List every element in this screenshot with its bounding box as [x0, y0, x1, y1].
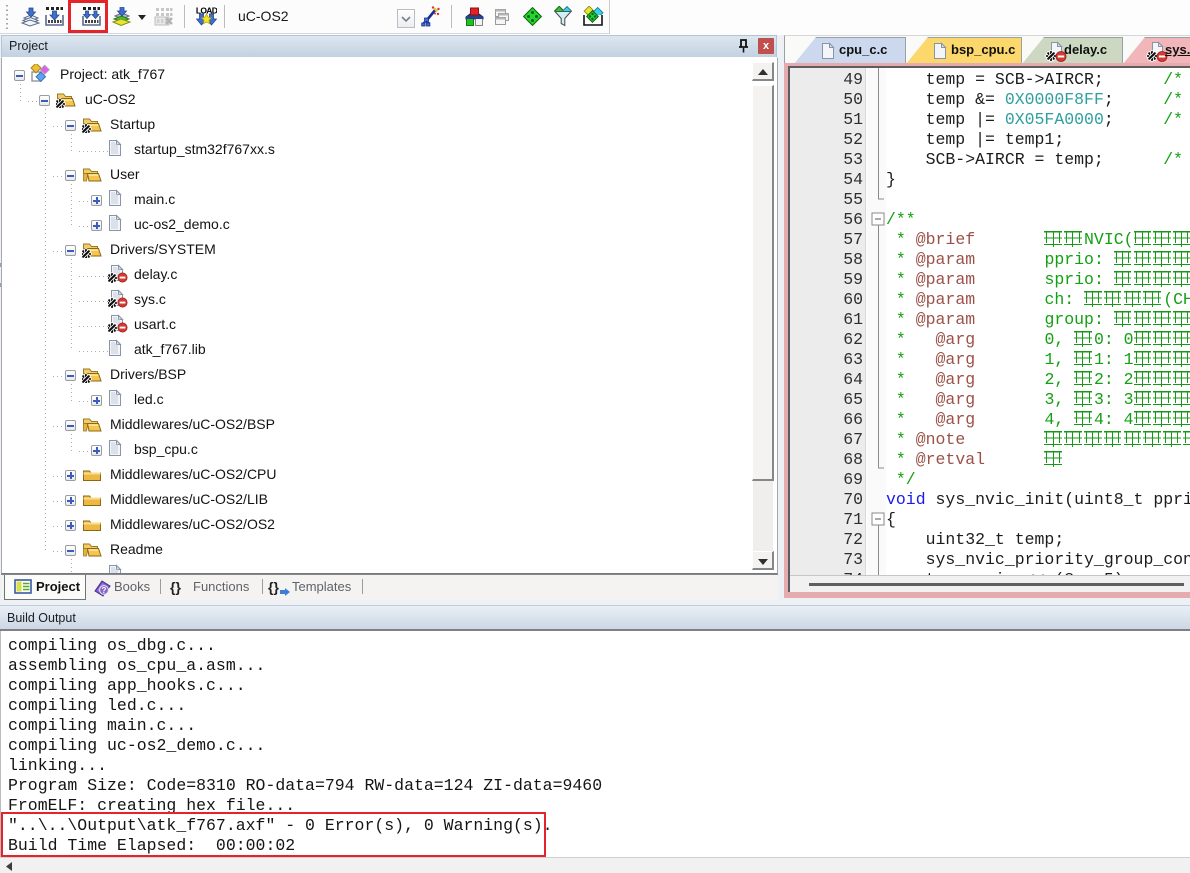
svg-text:?: ?: [102, 586, 107, 595]
